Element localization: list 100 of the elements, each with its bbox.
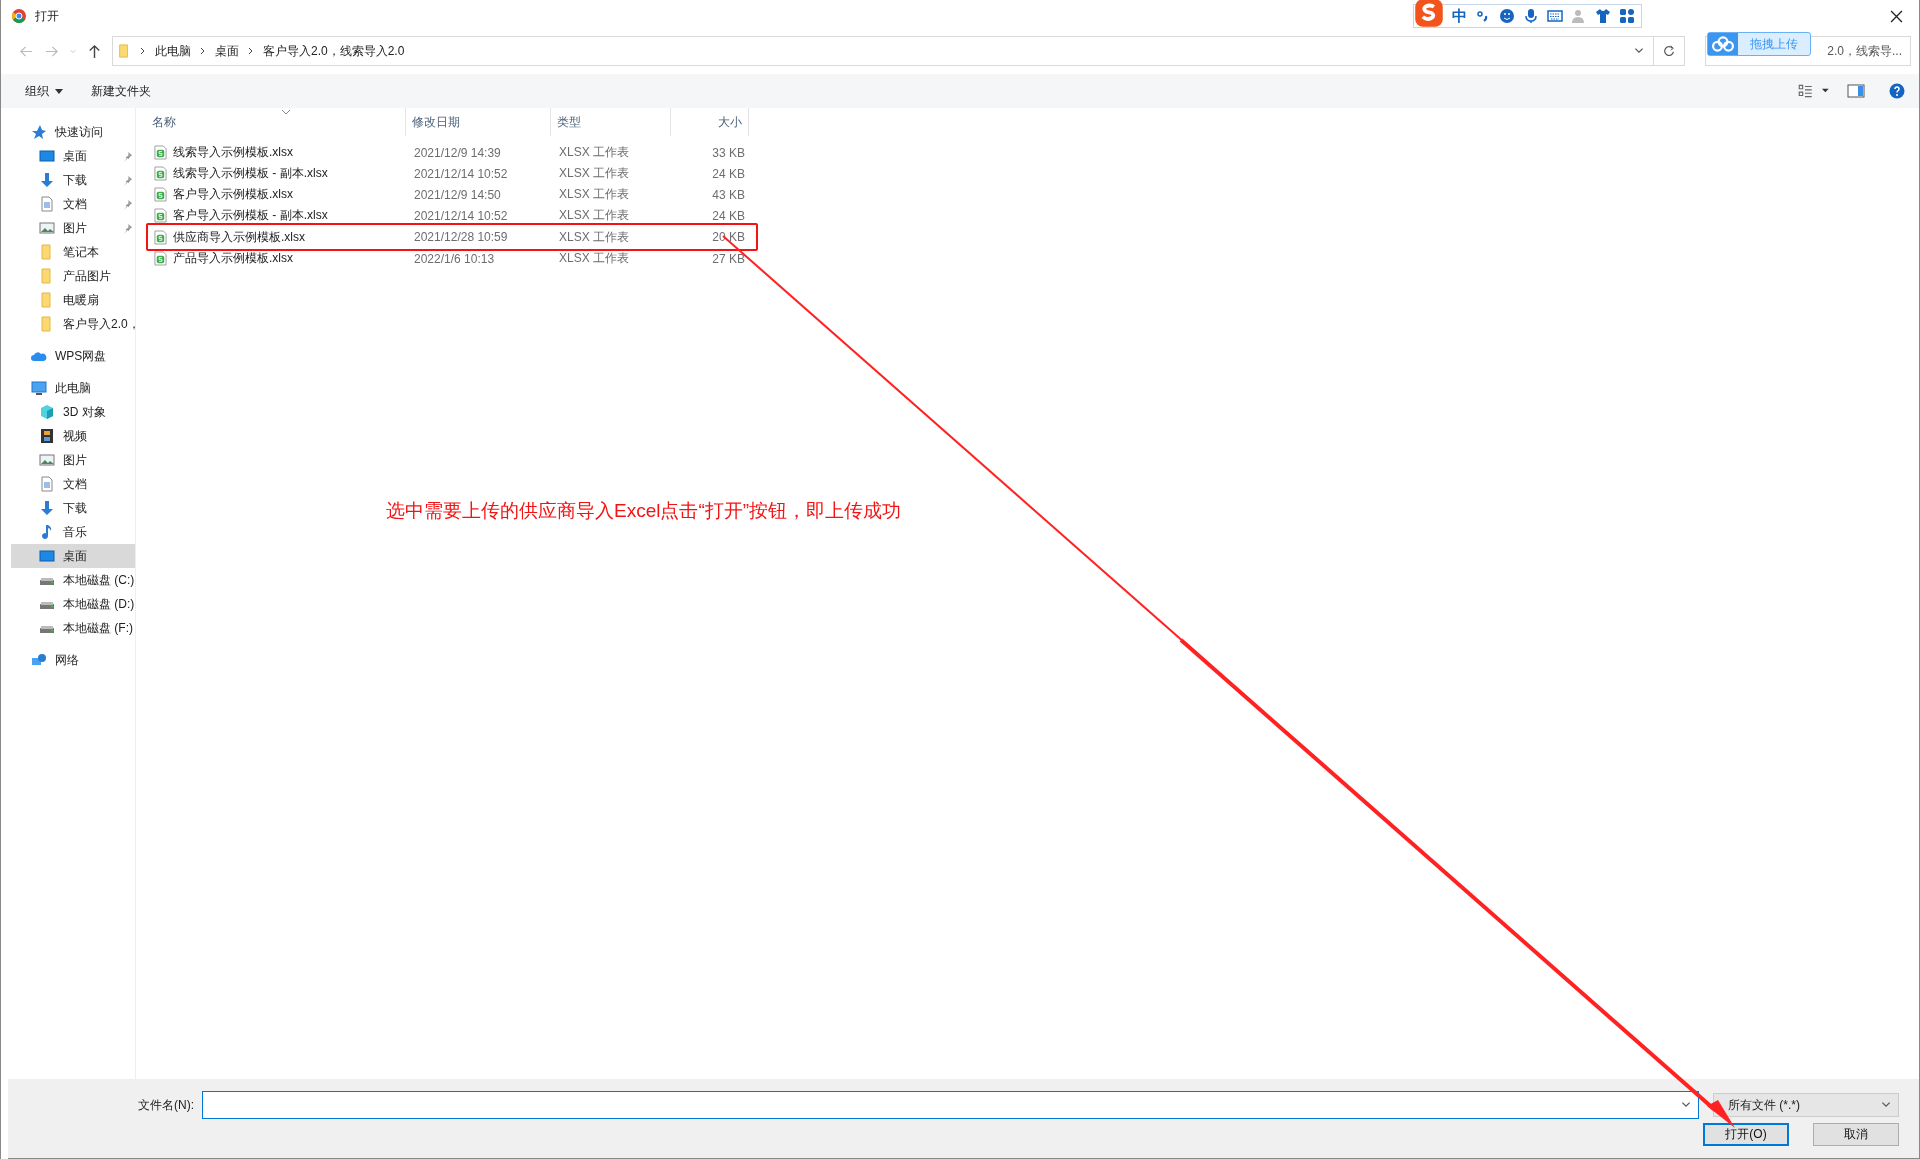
chevron-right-icon bbox=[199, 47, 207, 55]
folder-icon bbox=[117, 42, 131, 60]
modified-date: 2021/12/14 10:52 bbox=[413, 208, 509, 223]
input-mode-label[interactable]: 中 bbox=[1452, 6, 1467, 26]
file-type: XLSX 工作表 bbox=[558, 186, 631, 203]
network-icon bbox=[31, 652, 47, 668]
file-row[interactable]: 客户导入示例模板.xlsx 2021/12/9 14:50 XLSX 工作表 43 KB bbox=[146, 184, 758, 205]
sort-chevron-icon bbox=[281, 109, 291, 115]
sidebar-item[interactable]: 客户导入2.0， bbox=[11, 312, 135, 336]
sidebar-item[interactable]: 音乐 bbox=[11, 520, 135, 544]
spreadsheet-file-icon bbox=[154, 229, 167, 245]
modified-date: 2021/12/9 14:50 bbox=[413, 187, 502, 202]
new-folder-button[interactable]: 新建文件夹 bbox=[85, 78, 158, 104]
modified-date: 2021/12/14 10:52 bbox=[413, 166, 509, 181]
file-name-label: 文件名(N): bbox=[138, 1096, 194, 1114]
emoji-icon[interactable] bbox=[1499, 8, 1515, 24]
microphone-icon[interactable] bbox=[1523, 8, 1539, 24]
up-arrow-icon[interactable] bbox=[87, 43, 102, 59]
file-row[interactable]: 产品导入示例模板.xlsx 2022/1/6 10:13 XLSX 工作表 27 KB bbox=[146, 248, 758, 269]
sidebar-item[interactable]: 桌面 bbox=[11, 544, 135, 568]
sidebar-item[interactable]: 本地磁盘 (C:) bbox=[11, 568, 135, 592]
cloud-icon bbox=[1708, 33, 1738, 55]
file-row[interactable]: 客户导入示例模板 - 副本.xlsx 2021/12/14 10:52 XLSX 工作表 24 KB bbox=[146, 205, 758, 226]
sidebar-item[interactable]: 笔记本 bbox=[11, 240, 135, 264]
sidebar-item[interactable]: 下载 bbox=[11, 496, 135, 520]
file-name: 线索导入示例模板.xlsx bbox=[173, 144, 293, 161]
sidebar-item[interactable]: 下载 bbox=[11, 168, 135, 192]
sidebar-item[interactable]: 电暖扇 bbox=[11, 288, 135, 312]
sidebar-item[interactable]: 本地磁盘 (F:) bbox=[11, 616, 135, 640]
file-type: XLSX 工作表 bbox=[558, 250, 631, 267]
file-type: XLSX 工作表 bbox=[558, 144, 631, 161]
column-header[interactable]: 名称 bbox=[146, 108, 406, 136]
file-name: 产品导入示例模板.xlsx bbox=[173, 250, 293, 267]
spreadsheet-file-icon bbox=[154, 251, 167, 266]
file-size: 27 KB bbox=[711, 251, 746, 266]
file-size: 24 KB bbox=[711, 166, 746, 181]
address-bar[interactable]: 此电脑 桌面 客户导入2.0，线索导入2.0 bbox=[112, 36, 1654, 66]
open-button[interactable]: 打开(O) bbox=[1703, 1123, 1789, 1146]
chevron-right-icon bbox=[247, 47, 255, 55]
sidebar-item[interactable]: 文档 bbox=[11, 472, 135, 496]
column-header[interactable]: 修改日期 bbox=[406, 108, 551, 136]
column-header[interactable]: 类型 bbox=[551, 108, 671, 136]
modified-date: 2021/12/9 14:39 bbox=[413, 145, 502, 160]
modified-date: 2021/12/28 10:59 bbox=[413, 230, 509, 244]
chevron-right-icon bbox=[139, 47, 147, 55]
document-icon bbox=[39, 476, 55, 492]
close-icon[interactable] bbox=[1890, 9, 1903, 23]
cancel-button[interactable]: 取消 bbox=[1813, 1123, 1899, 1146]
sidebar-item[interactable]: 网络 bbox=[11, 648, 135, 672]
spreadsheet-file-icon bbox=[154, 145, 167, 160]
file-size: 43 KB bbox=[711, 187, 746, 202]
image-icon bbox=[39, 220, 55, 236]
file-name-field[interactable] bbox=[202, 1091, 1699, 1119]
file-type-dropdown[interactable]: 所有文件 (*.*) bbox=[1713, 1093, 1899, 1117]
refresh-icon bbox=[1662, 44, 1676, 58]
sidebar-item[interactable]: 桌面 bbox=[11, 144, 135, 168]
file-name: 供应商导入示例模板.xlsx bbox=[173, 228, 305, 246]
sidebar-item[interactable]: 图片 bbox=[11, 448, 135, 472]
file-row[interactable]: 线索导入示例模板 - 副本.xlsx 2021/12/14 10:52 XLSX 工作表 24 KB bbox=[146, 163, 758, 184]
file-size: 33 KB bbox=[711, 145, 746, 160]
spreadsheet-file-icon bbox=[154, 187, 167, 202]
sidebar-item[interactable]: 此电脑 bbox=[11, 376, 135, 400]
download-icon bbox=[39, 172, 55, 188]
sidebar-item[interactable]: 图片 bbox=[11, 216, 135, 240]
sidebar-item[interactable]: 本地磁盘 (D:) bbox=[11, 592, 135, 616]
grid-icon[interactable] bbox=[1619, 8, 1635, 24]
image-icon bbox=[39, 452, 55, 468]
keyboard-icon[interactable] bbox=[1547, 8, 1563, 24]
preview-pane-icon[interactable] bbox=[1847, 83, 1865, 99]
file-type: XLSX 工作表 bbox=[558, 207, 631, 224]
sidebar-item[interactable]: 文档 bbox=[11, 192, 135, 216]
column-header[interactable]: 大小 bbox=[671, 108, 749, 136]
download-icon bbox=[39, 500, 55, 516]
organize-menu[interactable]: 组织 bbox=[19, 78, 70, 104]
file-type: XLSX 工作表 bbox=[558, 165, 631, 182]
help-icon[interactable] bbox=[1889, 83, 1905, 99]
breadcrumb[interactable]: 桌面 bbox=[215, 42, 239, 60]
breadcrumb[interactable]: 客户导入2.0，线索导入2.0 bbox=[263, 42, 405, 60]
file-row[interactable]: 线索导入示例模板.xlsx 2021/12/9 14:39 XLSX 工作表 33 KB bbox=[146, 142, 758, 163]
annotation-text: 选中需要上传的供应商导入Excel点击“打开”按钮，即上传成功 bbox=[386, 499, 902, 523]
cube-icon bbox=[39, 404, 55, 420]
desktop-icon bbox=[39, 148, 55, 164]
sidebar-item[interactable]: WPS网盘 bbox=[11, 344, 135, 368]
sidebar-item[interactable]: 3D 对象 bbox=[11, 400, 135, 424]
breadcrumb[interactable]: 此电脑 bbox=[155, 42, 191, 60]
file-row[interactable]: 供应商导入示例模板.xlsx 2021/12/28 10:59 XLSX 工作表 20 KB bbox=[146, 223, 758, 251]
film-icon bbox=[39, 428, 55, 444]
sidebar-item[interactable]: 视频 bbox=[11, 424, 135, 448]
modified-date: 2022/1/6 10:13 bbox=[413, 251, 496, 266]
caret-icon bbox=[55, 88, 64, 94]
refresh-button[interactable] bbox=[1653, 36, 1685, 66]
spreadsheet-file-icon bbox=[154, 208, 167, 223]
file-name: 客户导入示例模板.xlsx bbox=[173, 186, 293, 203]
sidebar-item[interactable]: 产品图片 bbox=[11, 264, 135, 288]
view-options-icon[interactable] bbox=[1797, 83, 1831, 99]
shirt-icon[interactable] bbox=[1595, 8, 1611, 24]
sidebar-item[interactable]: 快速访问 bbox=[11, 120, 135, 144]
spreadsheet-file-icon bbox=[154, 166, 167, 181]
file-size: 24 KB bbox=[711, 208, 746, 223]
document-icon bbox=[39, 196, 55, 212]
